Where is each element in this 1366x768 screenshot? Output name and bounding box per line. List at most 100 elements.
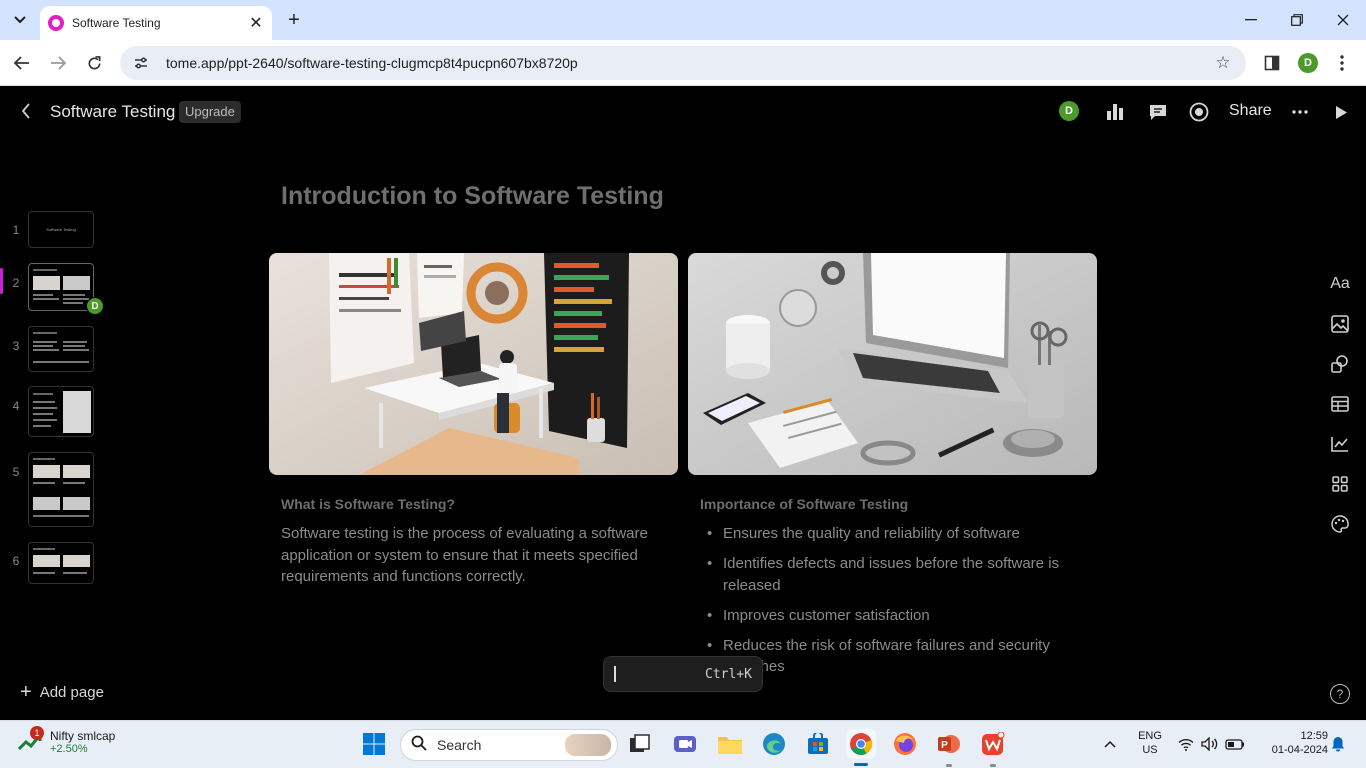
add-page-label: Add page: [39, 683, 104, 701]
stock-trend-icon: 1: [17, 726, 44, 753]
minimize-icon[interactable]: [1236, 6, 1266, 34]
chevron-down-icon: [14, 16, 26, 24]
active-page-indicator: [0, 268, 3, 294]
taskbar-search[interactable]: Search: [400, 729, 618, 761]
tome-favicon-icon: [48, 15, 64, 31]
volume-icon[interactable]: [1198, 729, 1222, 759]
search-icon: [411, 735, 427, 755]
wifi-icon[interactable]: [1174, 729, 1198, 759]
stock-change: +2.50%: [50, 743, 88, 755]
browser-tab-active[interactable]: Software Testing ✕: [40, 6, 272, 40]
slide-title[interactable]: Introduction to Software Testing: [281, 182, 664, 211]
text-tool-icon[interactable]: Aa: [1328, 272, 1352, 296]
app-header: Software Testing Upgrade D Share: [0, 87, 1366, 137]
shapes-tool-icon[interactable]: [1328, 352, 1352, 376]
file-explorer-icon[interactable]: [715, 729, 745, 759]
page-thumbnail-2[interactable]: [28, 263, 94, 311]
profile-button[interactable]: D: [1296, 51, 1320, 75]
address-bar[interactable]: tome.app/ppt-2640/software-testing-clugm…: [120, 46, 1246, 80]
region-code: US: [1142, 744, 1158, 756]
bookmark-star-icon[interactable]: ☆: [1208, 53, 1238, 73]
page-number: 1: [12, 223, 20, 237]
show-hidden-icons-chevron-icon[interactable]: [1096, 729, 1124, 759]
firefox-icon[interactable]: [890, 729, 920, 759]
side-panel-icon[interactable]: [1260, 51, 1284, 75]
stock-widget[interactable]: 1 Nifty smlcap +2.50%: [17, 726, 116, 755]
notification-bell-icon[interactable]: [1326, 729, 1350, 759]
windows-start-icon[interactable]: [359, 729, 389, 759]
apps-grid-icon[interactable]: [1328, 472, 1352, 496]
stock-name: Nifty smlcap: [50, 729, 116, 743]
search-highlight-icon: [565, 734, 611, 756]
chart-tool-icon[interactable]: [1328, 432, 1352, 456]
wps-office-icon[interactable]: [978, 729, 1008, 759]
user-avatar[interactable]: D: [1059, 101, 1079, 121]
comment-icon[interactable]: [1146, 100, 1170, 124]
theme-palette-icon[interactable]: [1328, 512, 1352, 536]
page-thumbnail-3[interactable]: [28, 326, 94, 372]
tab-search-button[interactable]: [8, 8, 32, 32]
os-taskbar: 1 Nifty smlcap +2.50% Search P ENG US 12…: [0, 720, 1366, 768]
command-bar[interactable]: Ctrl+K: [603, 656, 763, 692]
new-tab-button[interactable]: +: [282, 8, 306, 32]
back-arrow-icon[interactable]: [10, 51, 34, 75]
thumbnail-caption: Software Testing: [46, 227, 76, 232]
page-thumbnail-5[interactable]: [28, 452, 94, 527]
bullet-item[interactable]: Identifies defects and issues before the…: [700, 553, 1080, 596]
language-code: ENG: [1138, 730, 1162, 742]
chrome-icon[interactable]: [846, 729, 876, 759]
help-icon[interactable]: ?: [1330, 684, 1350, 704]
upgrade-button[interactable]: Upgrade: [179, 101, 241, 123]
task-view-icon[interactable]: [625, 729, 655, 759]
profile-avatar: D: [1298, 53, 1318, 73]
add-page-button[interactable]: + Add page: [20, 681, 104, 703]
clock-time: 12:59: [1300, 730, 1328, 742]
close-window-icon[interactable]: [1328, 6, 1358, 34]
url-text[interactable]: tome.app/ppt-2640/software-testing-clugm…: [166, 55, 1208, 71]
meet-video-icon[interactable]: [670, 729, 700, 759]
image-tool-icon[interactable]: [1328, 312, 1352, 336]
back-chevron-icon[interactable]: [16, 101, 36, 121]
bullet-item[interactable]: Improves customer satisfaction: [700, 605, 1080, 627]
forward-arrow-icon[interactable]: [46, 51, 70, 75]
language-indicator[interactable]: ENG US: [1136, 730, 1164, 756]
right-column-heading[interactable]: Importance of Software Testing: [700, 496, 908, 512]
tab-title: Software Testing: [72, 16, 161, 30]
table-tool-icon[interactable]: [1328, 392, 1352, 416]
clock[interactable]: 12:59 01-04-2024: [1256, 730, 1328, 756]
browser-tab-strip: Software Testing ✕ +: [0, 0, 1366, 40]
search-label: Search: [437, 737, 482, 753]
site-info-icon[interactable]: [132, 54, 150, 72]
edge-browser-icon[interactable]: [759, 729, 789, 759]
left-column-body[interactable]: Software testing is the process of evalu…: [281, 523, 671, 588]
bullet-item[interactable]: Ensures the quality and reliability of s…: [700, 523, 1080, 545]
play-presentation-icon[interactable]: [1329, 100, 1353, 124]
collaborator-avatar: D: [86, 297, 104, 315]
store-icon[interactable]: [803, 729, 833, 759]
plus-icon: +: [20, 681, 32, 703]
share-button[interactable]: Share: [1229, 102, 1272, 120]
command-shortcut-hint: Ctrl+K: [705, 666, 752, 682]
analytics-icon[interactable]: [1103, 100, 1127, 124]
svg-text:P: P: [941, 740, 948, 751]
record-icon[interactable]: [1187, 100, 1211, 124]
page-thumbnail-4[interactable]: [28, 386, 94, 437]
restore-icon[interactable]: [1282, 6, 1312, 34]
slide-image-laptop-tools[interactable]: [688, 253, 1097, 475]
document-title[interactable]: Software Testing: [50, 102, 175, 122]
browser-toolbar: tome.app/ppt-2640/software-testing-clugm…: [0, 40, 1366, 86]
text-caret: [614, 666, 616, 682]
slide-image-workspace[interactable]: [269, 253, 678, 475]
left-column-heading[interactable]: What is Software Testing?: [281, 496, 455, 512]
page-thumbnail-1[interactable]: Software Testing: [28, 211, 94, 248]
page-number: 4: [12, 399, 20, 413]
battery-icon[interactable]: [1222, 729, 1248, 759]
browser-menu-icon[interactable]: [1330, 51, 1354, 75]
clock-date: 01-04-2024: [1271, 744, 1328, 756]
tab-close-icon[interactable]: ✕: [246, 13, 266, 33]
powerpoint-icon[interactable]: P: [934, 729, 964, 759]
more-options-icon[interactable]: [1288, 100, 1312, 124]
reload-icon[interactable]: [82, 51, 106, 75]
active-app-indicator: [854, 763, 868, 766]
page-thumbnail-6[interactable]: [28, 542, 94, 584]
